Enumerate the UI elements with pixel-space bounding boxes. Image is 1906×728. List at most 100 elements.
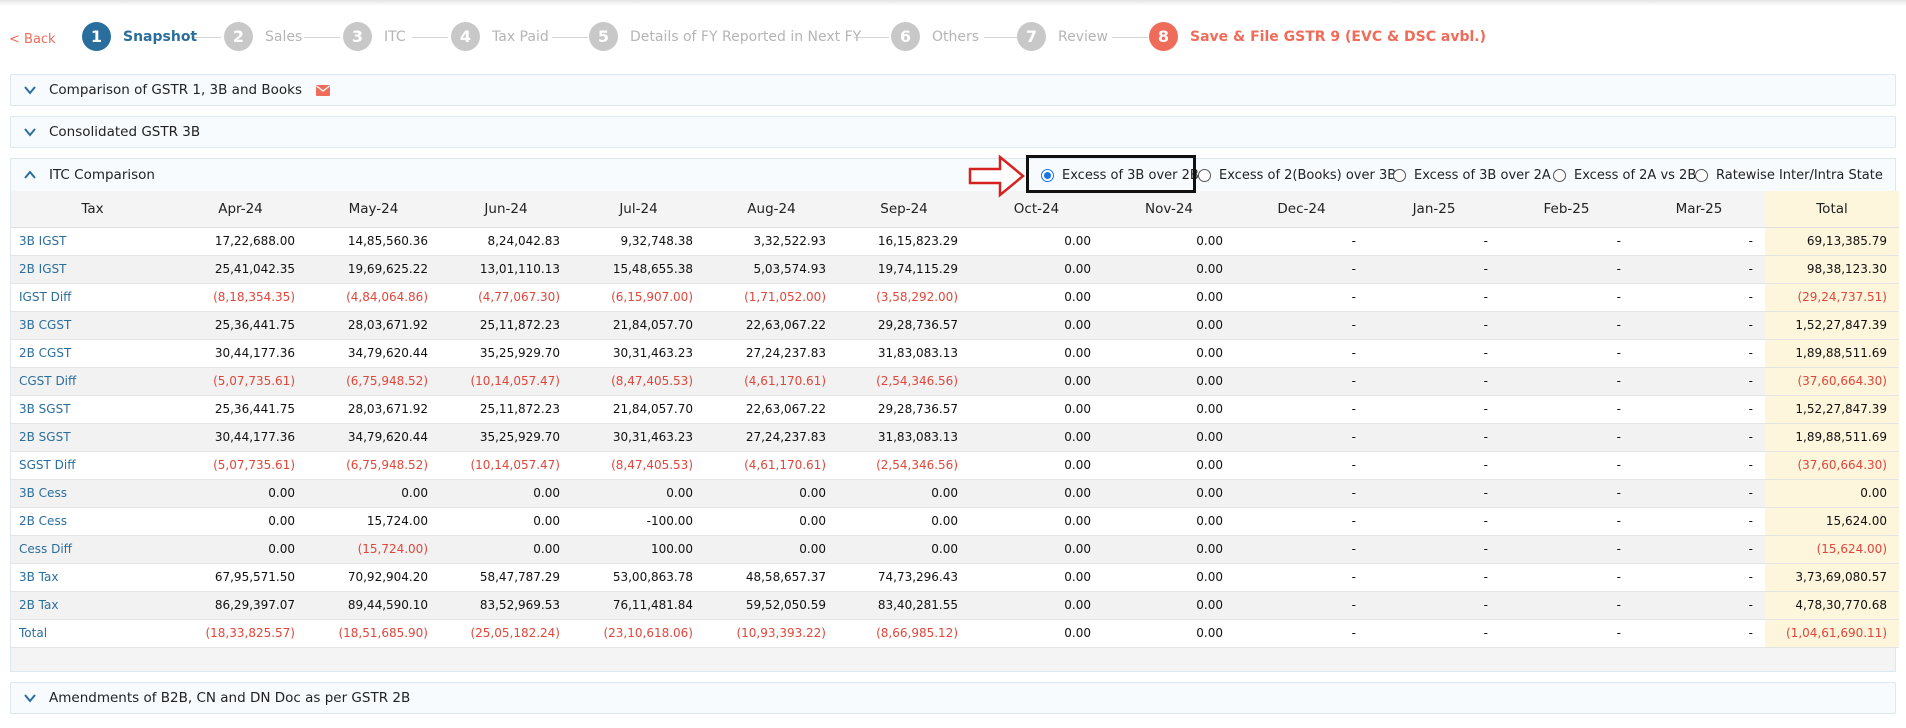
table-cell: - bbox=[1633, 311, 1765, 340]
step-number: 5 bbox=[589, 22, 618, 51]
radio-unchecked[interactable] bbox=[1695, 168, 1708, 182]
step-1-snapshot[interactable]: 1 Snapshot bbox=[82, 22, 197, 51]
table-row: CGST Diff (5,07,735.61) (6,75,948.52) (10,1… bbox=[11, 367, 1899, 396]
table-row: 2B CGST 30,44,177.36 34,79,620.44 35,25,929… bbox=[11, 339, 1899, 368]
table-cell: - bbox=[1633, 563, 1765, 592]
table-cell: 17,22,688.00 bbox=[174, 227, 307, 256]
panel-title: Consolidated GSTR 3B bbox=[49, 124, 201, 140]
table-cell: 98,38,123.30 bbox=[1765, 255, 1899, 284]
step-connector bbox=[552, 37, 588, 38]
radio-label: Excess of 3B over 2A bbox=[1414, 167, 1551, 183]
table-cell: (2,54,346.56) bbox=[838, 451, 970, 480]
table-cell: - bbox=[1235, 563, 1368, 592]
stepper: < Back 1 Snapshot 2 Sales 3 ITC 4 Tax Pa… bbox=[0, 22, 1906, 54]
table-cell: 8,24,042.83 bbox=[440, 227, 572, 256]
step-4-tax-paid[interactable]: 4 Tax Paid bbox=[451, 22, 549, 51]
radio-unchecked[interactable] bbox=[1198, 168, 1211, 182]
step-connector bbox=[304, 37, 340, 38]
table-cell: - bbox=[1633, 507, 1765, 536]
table-cell: - bbox=[1368, 619, 1500, 648]
step-7-review[interactable]: 7 Review bbox=[1017, 22, 1108, 51]
table-cell: - bbox=[1500, 563, 1633, 592]
row-label: 3B SGST bbox=[11, 395, 174, 424]
table-cell: - bbox=[1500, 591, 1633, 620]
table-cell: 0.00 bbox=[174, 507, 307, 536]
table-cell: 0.00 bbox=[1103, 535, 1235, 564]
step-number: 4 bbox=[451, 22, 480, 51]
table-cell: 25,36,441.75 bbox=[174, 311, 307, 340]
table-cell: 0.00 bbox=[572, 479, 705, 508]
table-cell: - bbox=[1368, 395, 1500, 424]
table-cell: - bbox=[1500, 479, 1633, 508]
step-2-sales[interactable]: 2 Sales bbox=[224, 22, 302, 51]
column-header: Feb-25 bbox=[1500, 191, 1633, 228]
step-label: Sales bbox=[265, 28, 303, 45]
table-cell: 1,89,88,511.69 bbox=[1765, 339, 1899, 368]
panel-consolidated[interactable]: Consolidated GSTR 3B bbox=[10, 116, 1896, 148]
step-label: Review bbox=[1058, 28, 1108, 45]
step-label: Snapshot bbox=[123, 28, 198, 45]
radio-excess-3b-over-2a[interactable]: Excess of 3B over 2A bbox=[1393, 159, 1551, 191]
table-cell: - bbox=[1500, 227, 1633, 256]
table-cell: 21,84,057.70 bbox=[572, 395, 705, 424]
table-cell: 13,01,110.13 bbox=[440, 255, 572, 284]
table-cell: 16,15,823.29 bbox=[838, 227, 970, 256]
row-label: SGST Diff bbox=[11, 451, 174, 480]
table-cell: - bbox=[1235, 395, 1368, 424]
table-cell: - bbox=[1633, 395, 1765, 424]
table-cell: - bbox=[1633, 451, 1765, 480]
step-connector bbox=[412, 37, 448, 38]
table-cell: (25,05,182.24) bbox=[440, 619, 572, 648]
back-link[interactable]: < Back bbox=[9, 32, 56, 47]
radio-excess-2books-over-3b[interactable]: Excess of 2(Books) over 3B bbox=[1198, 159, 1396, 191]
table-cell: 67,95,571.50 bbox=[174, 563, 307, 592]
table-cell: 15,48,655.38 bbox=[572, 255, 705, 284]
row-label: 2B Tax bbox=[11, 591, 174, 620]
column-header: Nov-24 bbox=[1103, 191, 1235, 228]
table-cell: (4,61,170.61) bbox=[705, 367, 838, 396]
table-cell: - bbox=[1368, 479, 1500, 508]
table-cell: 83,52,969.53 bbox=[440, 591, 572, 620]
table-cell: - bbox=[1368, 535, 1500, 564]
step-3-itc[interactable]: 3 ITC bbox=[343, 22, 406, 51]
step-connector bbox=[194, 37, 221, 38]
table-cell: 0.00 bbox=[970, 311, 1103, 340]
panel-amendments[interactable]: Amendments of B2B, CN and DN Doc as per … bbox=[10, 682, 1896, 714]
radio-unchecked[interactable] bbox=[1553, 168, 1566, 182]
radio-label: Excess of 2A vs 2B bbox=[1574, 167, 1697, 183]
mail-icon[interactable] bbox=[316, 84, 331, 96]
panel-comparison[interactable]: Comparison of GSTR 1, 3B and Books bbox=[10, 74, 1896, 106]
radio-ratewise-inter-intra[interactable]: Ratewise Inter/Intra State bbox=[1695, 159, 1883, 191]
table-cell: 25,41,042.35 bbox=[174, 255, 307, 284]
table-cell: (23,10,618.06) bbox=[572, 619, 705, 648]
table-cell: (10,93,393.22) bbox=[705, 619, 838, 648]
column-header: Jan-25 bbox=[1368, 191, 1500, 228]
step-label: Details of FY Reported in Next FY bbox=[630, 28, 862, 45]
table-cell: 14,85,560.36 bbox=[307, 227, 440, 256]
radio-unchecked[interactable] bbox=[1393, 168, 1406, 182]
table-cell: 22,63,067.22 bbox=[705, 311, 838, 340]
table-cell: - bbox=[1235, 227, 1368, 256]
table-cell: (6,75,948.52) bbox=[307, 451, 440, 480]
column-header: Sep-24 bbox=[838, 191, 970, 228]
chevron-up-icon[interactable] bbox=[23, 168, 37, 182]
step-5-details-fy[interactable]: 5 Details of FY Reported in Next FY bbox=[589, 22, 861, 51]
step-number: 2 bbox=[224, 22, 253, 51]
table-cell: - bbox=[1500, 311, 1633, 340]
table-cell: 15,724.00 bbox=[307, 507, 440, 536]
step-connector bbox=[984, 37, 1020, 38]
table-cell: - bbox=[1235, 339, 1368, 368]
step-6-others[interactable]: 6 Others bbox=[891, 22, 979, 51]
table-cell: -100.00 bbox=[572, 507, 705, 536]
row-label: 2B IGST bbox=[11, 255, 174, 284]
table-row: IGST Diff (8,18,354.35) (4,84,064.86) (4,77… bbox=[11, 283, 1899, 312]
radio-excess-2a-vs-2b[interactable]: Excess of 2A vs 2B bbox=[1553, 159, 1696, 191]
table-cell: 22,63,067.22 bbox=[705, 395, 838, 424]
table-cell: 0.00 bbox=[970, 367, 1103, 396]
table-cell: - bbox=[1368, 591, 1500, 620]
row-label: 2B SGST bbox=[11, 423, 174, 452]
table-row: 3B Cess 0.00 0.00 0.00 0.00 0.00 0.00 0.00 0.00-… bbox=[11, 479, 1899, 508]
table-cell: 0.00 bbox=[1103, 479, 1235, 508]
table-cell: 0.00 bbox=[970, 255, 1103, 284]
step-8-save-file[interactable]: 8 Save & File GSTR 9 (EVC & DSC avbl.) bbox=[1149, 22, 1486, 51]
